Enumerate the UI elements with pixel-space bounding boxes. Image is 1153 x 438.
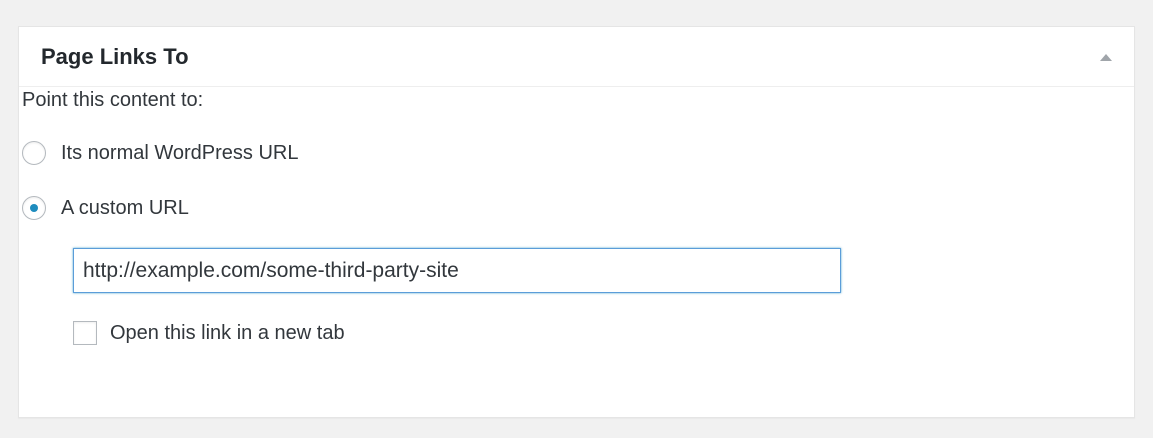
custom-url-input[interactable] (73, 248, 841, 293)
metabox-header: Page Links To (19, 27, 1134, 87)
page-links-to-metabox: Page Links To (18, 26, 1135, 418)
radio-normal-url[interactable] (22, 141, 46, 165)
radio-label-custom-url: A custom URL (61, 197, 189, 219)
new-tab-label: Open this link in a new tab (110, 322, 345, 344)
radio-custom-url[interactable] (22, 196, 46, 220)
radio-option-custom-url[interactable]: A custom URL (22, 195, 189, 221)
radio-option-normal-url[interactable]: Its normal WordPress URL (22, 140, 298, 166)
metabox-title: Page Links To (41, 44, 189, 69)
new-tab-option[interactable]: Open this link in a new tab (73, 320, 345, 346)
collapse-toggle-button[interactable] (1094, 45, 1118, 69)
triangle-up-icon (1100, 54, 1112, 61)
radio-label-normal-url: Its normal WordPress URL (61, 142, 299, 164)
intro-text: Point this content to: (22, 89, 204, 111)
new-tab-checkbox[interactable] (73, 321, 97, 345)
